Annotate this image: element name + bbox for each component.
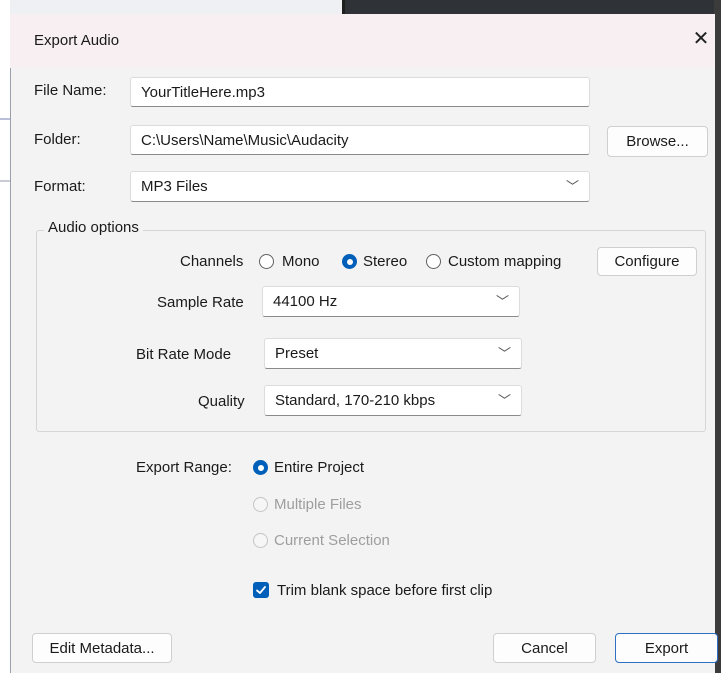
format-select[interactable]: MP3 Files ﹀ <box>130 171 590 202</box>
sample-rate-value: 44100 Hz <box>273 293 338 310</box>
quality-value: Standard, 170-210 kbps <box>275 392 436 409</box>
file-name-input[interactable]: YourTitleHere.mp3 <box>130 77 590 107</box>
audio-options-legend: Audio options <box>44 219 143 236</box>
channels-mono-label[interactable]: Mono <box>282 253 320 270</box>
background-app-top-dark <box>343 0 714 14</box>
chevron-down-icon: ﹀ <box>497 346 511 361</box>
configure-button-label: Configure <box>614 253 680 270</box>
export-range-entire-label[interactable]: Entire Project <box>274 459 364 476</box>
trim-checkbox[interactable] <box>253 582 269 598</box>
folder-input[interactable]: C:\Users\Name\Music\Audacity <box>130 125 590 155</box>
file-name-label: File Name: <box>34 82 107 99</box>
dialog-title: Export Audio <box>34 32 120 49</box>
export-range-multiple-label: Multiple Files <box>274 496 362 513</box>
browse-button-label: Browse... <box>626 133 689 150</box>
export-range-label: Export Range: <box>136 459 232 476</box>
chevron-down-icon: ﹀ <box>565 179 579 194</box>
quality-select[interactable]: Standard, 170-210 kbps ﹀ <box>264 385 522 416</box>
bit-rate-mode-value: Preset <box>275 345 319 362</box>
close-icon[interactable]: ✕ <box>692 29 710 49</box>
background-line <box>0 118 10 120</box>
export-range-selection-radio <box>253 533 268 548</box>
configure-button[interactable]: Configure <box>597 247 697 276</box>
export-range-entire-radio[interactable] <box>253 460 268 475</box>
folder-value: C:\Users\Name\Music\Audacity <box>141 131 349 149</box>
edit-metadata-button-label: Edit Metadata... <box>49 639 155 657</box>
chevron-down-icon: ﹀ <box>495 294 509 309</box>
channels-custom-label[interactable]: Custom mapping <box>448 253 561 270</box>
background-app-right <box>714 0 721 673</box>
format-label: Format: <box>34 178 86 195</box>
quality-label: Quality <box>198 393 245 410</box>
cancel-button-label: Cancel <box>521 639 568 657</box>
channels-stereo-radio[interactable] <box>342 254 357 269</box>
sample-rate-select[interactable]: 44100 Hz ﹀ <box>262 286 520 317</box>
export-button-label: Export <box>644 639 689 657</box>
sample-rate-label: Sample Rate <box>157 294 244 311</box>
bit-rate-mode-select[interactable]: Preset ﹀ <box>264 338 522 369</box>
format-value: MP3 Files <box>141 178 208 195</box>
folder-label: Folder: <box>34 131 81 148</box>
edit-metadata-button[interactable]: Edit Metadata... <box>32 633 172 663</box>
background-app-left <box>0 0 10 673</box>
export-range-selection-label: Current Selection <box>274 532 390 549</box>
background-line <box>0 180 10 182</box>
channels-mono-radio[interactable] <box>259 254 274 269</box>
background-app-top <box>10 0 343 14</box>
trim-label[interactable]: Trim blank space before first clip <box>277 582 492 599</box>
cancel-button[interactable]: Cancel <box>493 633 596 663</box>
export-button[interactable]: Export <box>615 633 718 663</box>
export-range-multiple-radio <box>253 497 268 512</box>
browse-button[interactable]: Browse... <box>607 126 708 157</box>
channels-stereo-label[interactable]: Stereo <box>363 253 407 270</box>
chevron-down-icon: ﹀ <box>497 393 511 408</box>
channels-label: Channels <box>180 253 244 270</box>
channels-custom-radio[interactable] <box>426 254 441 269</box>
bit-rate-mode-label: Bit Rate Mode <box>136 346 232 363</box>
checkmark-icon <box>256 586 266 594</box>
file-name-value: YourTitleHere.mp3 <box>141 83 265 101</box>
